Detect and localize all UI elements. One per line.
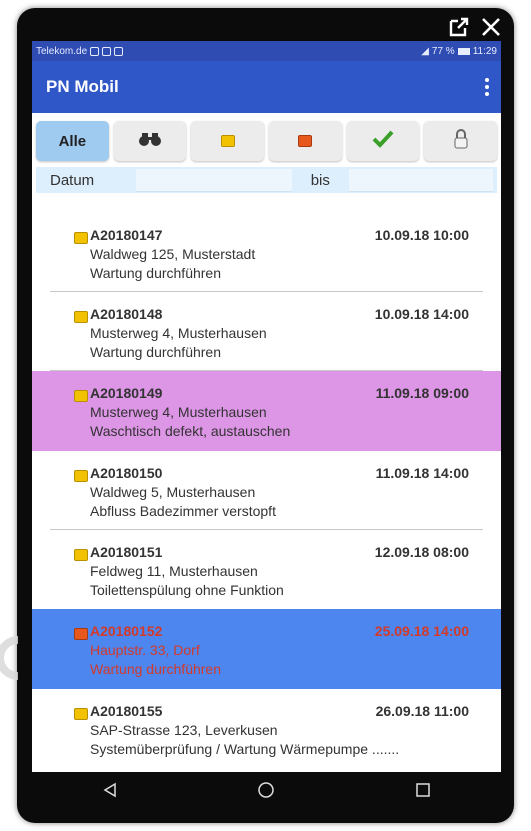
clock: 11:29	[472, 45, 497, 57]
order-id: A20180151	[90, 544, 163, 560]
close-icon[interactable]	[480, 16, 502, 38]
loading-spinner-icon	[0, 636, 19, 680]
list-item[interactable]: A20180147 10.09.18 10:00 Waldweg 125, Mus…	[50, 213, 483, 292]
popout-icon[interactable]	[448, 16, 470, 38]
date-from-label: Datum	[50, 171, 95, 189]
order-task: Wartung durchführen	[90, 344, 221, 360]
list-item[interactable]: A20180155 26.09.18 11:00 SAP-Strasse 123,…	[50, 689, 483, 768]
date-to-input[interactable]	[348, 168, 493, 192]
filter-yellow-button[interactable]	[191, 121, 265, 161]
signal-icon: ◢	[421, 45, 429, 57]
order-task: Waschtisch defekt, austauschen	[90, 423, 291, 439]
yellow-square-icon	[74, 470, 88, 482]
yellow-square-icon	[74, 390, 88, 402]
window-controls	[448, 16, 502, 38]
order-task: Toilettenspülung ohne Funktion	[90, 582, 284, 598]
order-id: A20180147	[90, 227, 163, 243]
order-date: 26.09.18 11:00	[375, 703, 469, 719]
order-address: Musterweg 4, Musterhausen	[90, 404, 267, 420]
list-item[interactable]: A20180148 10.09.18 14:00 Musterweg 4, Mus…	[50, 292, 483, 371]
order-address: SAP-Strasse 123, Leverkusen	[90, 722, 278, 738]
order-id: A20180152	[90, 623, 163, 639]
order-date: 25.09.18 14:00	[374, 623, 469, 639]
binoculars-icon	[138, 131, 162, 151]
order-address: Hauptstr. 33, Dorf	[90, 642, 200, 658]
order-task: Abfluss Badezimmer verstopft	[90, 503, 276, 519]
battery-label: 77 %	[431, 45, 455, 57]
back-icon[interactable]	[102, 782, 118, 803]
status-bar: Telekom.de ◢ 77 % 11:29	[32, 41, 501, 61]
filter-locked-button[interactable]	[424, 121, 498, 161]
order-list: A20180147 10.09.18 10:00 Waldweg 125, Mus…	[32, 213, 501, 768]
order-address: Musterweg 4, Musterhausen	[90, 325, 267, 341]
list-item[interactable]: A20180152 25.09.18 14:00 Hauptstr. 33, Do…	[32, 609, 501, 689]
yellow-square-icon	[74, 232, 88, 244]
order-date: 10.09.18 10:00	[374, 227, 469, 243]
orange-square-icon	[298, 135, 313, 147]
yellow-square-icon	[74, 708, 88, 720]
app-screen: Telekom.de ◢ 77 % 11:29 PN Mobil Alle Da…	[32, 41, 501, 811]
order-address: Waldweg 125, Musterstadt	[90, 246, 256, 262]
order-id: A20180150	[90, 465, 163, 481]
order-task: Systemüberprüfung / Wartung Wärmepumpe .…	[90, 741, 400, 757]
order-address: Feldweg 11, Musterhausen	[90, 563, 258, 579]
battery-icon	[457, 47, 470, 55]
lock-icon	[454, 129, 468, 153]
yellow-square-icon	[74, 311, 88, 323]
filter-search-button[interactable]	[113, 121, 187, 161]
list-item[interactable]: A20180151 12.09.18 08:00 Feldweg 11, Must…	[50, 530, 483, 609]
carrier-label: Telekom.de	[36, 45, 88, 57]
order-date: 11.09.18 09:00	[375, 385, 469, 401]
date-filter-row: Datum bis	[36, 167, 497, 193]
list-item[interactable]: A20180150 11.09.18 14:00 Waldweg 5, Muste…	[50, 451, 483, 530]
more-vertical-icon[interactable]	[485, 78, 489, 96]
app-bar: PN Mobil	[32, 61, 501, 113]
yellow-square-icon	[74, 549, 88, 561]
home-icon[interactable]	[257, 781, 275, 804]
notification-icon	[102, 46, 112, 56]
order-date: 11.09.18 14:00	[375, 465, 469, 481]
filter-orange-button[interactable]	[269, 121, 342, 161]
android-nav-bar	[32, 772, 501, 812]
order-task: Wartung durchführen	[90, 661, 221, 677]
recents-icon[interactable]	[415, 782, 431, 803]
app-title: PN Mobil	[46, 77, 119, 96]
filter-done-button[interactable]	[346, 121, 420, 161]
notification-icon	[90, 46, 100, 56]
checkmark-icon	[372, 130, 394, 152]
filter-bar: Alle	[32, 113, 501, 165]
order-id: A20180149	[90, 385, 163, 401]
device-frame: Telekom.de ◢ 77 % 11:29 PN Mobil Alle Da…	[17, 8, 514, 823]
list-item[interactable]: A20180149 11.09.18 09:00 Musterweg 4, Mus…	[32, 371, 501, 451]
yellow-square-icon	[220, 135, 235, 147]
order-task: Wartung durchführen	[90, 265, 221, 281]
order-date: 12.09.18 08:00	[374, 544, 469, 560]
order-address: Waldweg 5, Musterhausen	[90, 484, 256, 500]
order-date: 10.09.18 14:00	[374, 306, 469, 322]
date-to-label: bis	[310, 171, 330, 189]
orange-square-icon	[74, 628, 88, 640]
notification-icon	[114, 46, 124, 56]
order-id: A20180148	[90, 306, 163, 322]
filter-all-label: Alle	[58, 132, 87, 150]
date-from-input[interactable]	[135, 168, 292, 192]
filter-all-button[interactable]: Alle	[36, 121, 109, 161]
order-id: A20180155	[90, 703, 163, 719]
